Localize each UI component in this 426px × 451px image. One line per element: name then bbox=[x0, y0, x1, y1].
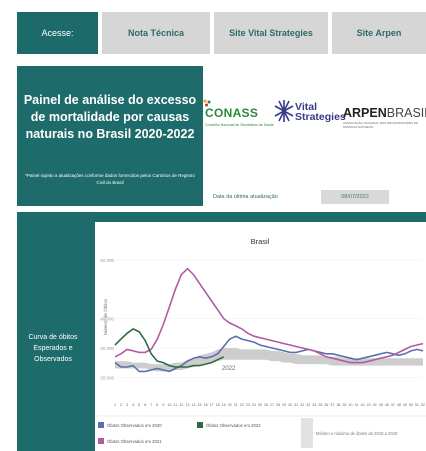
x-tick-label: 32 bbox=[300, 403, 304, 407]
legend-range-label: Mínimo e máximo de óbitos de 2015 a 2019 bbox=[316, 431, 398, 436]
partner-logos: CONASS Conselho Nacional de Secretários … bbox=[203, 66, 426, 206]
x-tick-label: 7 bbox=[150, 403, 152, 407]
x-tick-label: 9 bbox=[162, 403, 164, 407]
page-title: Painel de análise do excesso de mortalid… bbox=[23, 93, 197, 141]
x-tick-label: 36 bbox=[324, 403, 328, 407]
arpen-subtitle: ASSOCIAÇÃO NACIONAL DOS REGISTRADORES DE… bbox=[343, 121, 419, 129]
arpen-brand-light: BRASIL bbox=[386, 106, 426, 120]
chart-legend: Óbitos Observados em 2020 Óbitos Observad… bbox=[95, 415, 426, 448]
nota-tecnica-button[interactable]: Nota Técnica bbox=[102, 12, 210, 54]
x-tick-label: 18 bbox=[216, 403, 220, 407]
legend-label: Óbitos Observados em 2020 bbox=[107, 423, 162, 428]
legend-swatch bbox=[197, 422, 203, 428]
y-tick-label: 60.000 bbox=[100, 258, 114, 263]
chart-panel: Brasil 60.000 40.000 30.000 20.000 12345678… bbox=[89, 212, 426, 451]
y-axis-label: Número de Óbitos bbox=[102, 298, 108, 335]
x-tick-label: 2 bbox=[120, 403, 122, 407]
last-update-value: 08/07/2022 bbox=[321, 190, 389, 204]
series-2021-line bbox=[114, 267, 424, 364]
x-tick-label: 27 bbox=[270, 403, 274, 407]
top-navigation: Acesse: Nota Técnica Site Vital Strategi… bbox=[0, 0, 426, 58]
x-tick-label: 47 bbox=[391, 403, 395, 407]
x-tick-label: 46 bbox=[385, 403, 389, 407]
x-tick-label: 42 bbox=[361, 403, 365, 407]
y-tick-label: 20.000 bbox=[100, 375, 114, 380]
x-tick-label: 8 bbox=[156, 403, 158, 407]
x-tick-label: 41 bbox=[355, 403, 359, 407]
x-tick-label: 34 bbox=[312, 403, 316, 407]
conass-brand: CONASS bbox=[205, 106, 259, 120]
conass-logo: CONASS Conselho Nacional de Secretários … bbox=[203, 99, 274, 127]
x-tick-label: 38 bbox=[336, 403, 340, 407]
x-tick-label: 5 bbox=[138, 403, 140, 407]
x-tick-label: 25 bbox=[258, 403, 262, 407]
x-tick-label: 11 bbox=[174, 403, 178, 407]
vital-star-icon bbox=[274, 100, 294, 122]
x-tick-label: 22 bbox=[240, 403, 244, 407]
x-tick-label: 26 bbox=[264, 403, 268, 407]
x-tick-label: 4 bbox=[132, 403, 134, 407]
x-tick-label: 20 bbox=[228, 403, 232, 407]
chart-container: Brasil 60.000 40.000 30.000 20.000 12345678… bbox=[95, 222, 426, 451]
x-tick-label: 23 bbox=[246, 403, 250, 407]
x-tick-label: 51 bbox=[415, 403, 419, 407]
x-tick-label: 17 bbox=[210, 403, 214, 407]
x-tick-label: 45 bbox=[379, 403, 383, 407]
vital-strategies-logo: Vital Strategies bbox=[273, 98, 346, 128]
x-tick-label: 52 bbox=[421, 403, 425, 407]
series-annotation: 2022 bbox=[222, 366, 236, 372]
chart-section-label: Curva de óbitos Esperados e Observados bbox=[28, 334, 78, 363]
conass-subtitle: Conselho Nacional de Secretários de Saúd… bbox=[205, 123, 274, 127]
x-tick-label: 48 bbox=[397, 403, 401, 407]
header-panel: Painel de análise do excesso de mortalid… bbox=[17, 66, 203, 206]
legend-swatch bbox=[98, 422, 104, 428]
x-tick-label: 39 bbox=[342, 403, 346, 407]
x-tick-label: 21 bbox=[234, 403, 238, 407]
x-tick-label: 19 bbox=[222, 403, 226, 407]
update-disclaimer: *Painel sujeito a atualizações conforme … bbox=[25, 173, 195, 185]
x-tick-label: 15 bbox=[198, 403, 202, 407]
x-tick-label: 29 bbox=[282, 403, 286, 407]
arpen-logo: ARPENBRASIL ASSOCIAÇÃO NACIONAL DOS REGI… bbox=[343, 106, 426, 129]
x-tick-label: 14 bbox=[192, 403, 196, 407]
x-tick-label: 13 bbox=[185, 403, 189, 407]
arpen-brand-bold: ARPEN bbox=[343, 106, 387, 120]
legend-swatch bbox=[98, 438, 104, 444]
x-tick-label: 30 bbox=[288, 403, 292, 407]
x-tick-label: 43 bbox=[367, 403, 371, 407]
chart-title: Brasil bbox=[251, 237, 270, 246]
vital-strategies-button[interactable]: Site Vital Strategies bbox=[214, 12, 328, 54]
chart-side-panel: Curva de óbitos Esperados e Observados bbox=[17, 212, 89, 451]
legend-label: Óbitos Observados em 2022 bbox=[206, 423, 261, 428]
x-tick-label: 1 bbox=[114, 403, 116, 407]
x-tick-label: 33 bbox=[306, 403, 310, 407]
x-tick-label: 10 bbox=[167, 403, 171, 407]
x-tick-label: 44 bbox=[373, 403, 377, 407]
x-tick-label: 40 bbox=[349, 403, 353, 407]
legend-label: Óbitos Observados em 2021 bbox=[107, 439, 162, 444]
x-tick-label: 31 bbox=[294, 403, 298, 407]
x-tick-label: 49 bbox=[403, 403, 407, 407]
x-tick-label: 28 bbox=[276, 403, 280, 407]
x-tick-label: 12 bbox=[179, 403, 183, 407]
last-update-label: Data da última atualização bbox=[213, 194, 278, 200]
x-tick-label: 3 bbox=[126, 403, 128, 407]
arpen-site-button[interactable]: Site Arpen bbox=[332, 12, 426, 54]
vital-brand: Vital Strategies bbox=[295, 101, 346, 123]
x-tick-label: 16 bbox=[204, 403, 208, 407]
x-tick-label: 50 bbox=[409, 403, 413, 407]
y-tick-label: 30.000 bbox=[100, 346, 114, 351]
conass-mark-icon bbox=[203, 99, 211, 107]
x-tick-label: 24 bbox=[252, 403, 256, 407]
dashboard-page: Acesse: Nota Técnica Site Vital Strategi… bbox=[0, 0, 426, 451]
x-tick-label: 35 bbox=[318, 403, 322, 407]
x-tick-label: 6 bbox=[144, 403, 146, 407]
legend-range-swatch bbox=[301, 418, 313, 448]
mortality-chart[interactable]: Brasil 60.00040.00030.00020.000 12345678… bbox=[95, 222, 426, 451]
x-tick-label: 37 bbox=[330, 403, 334, 407]
access-label: Acesse: bbox=[17, 12, 98, 54]
